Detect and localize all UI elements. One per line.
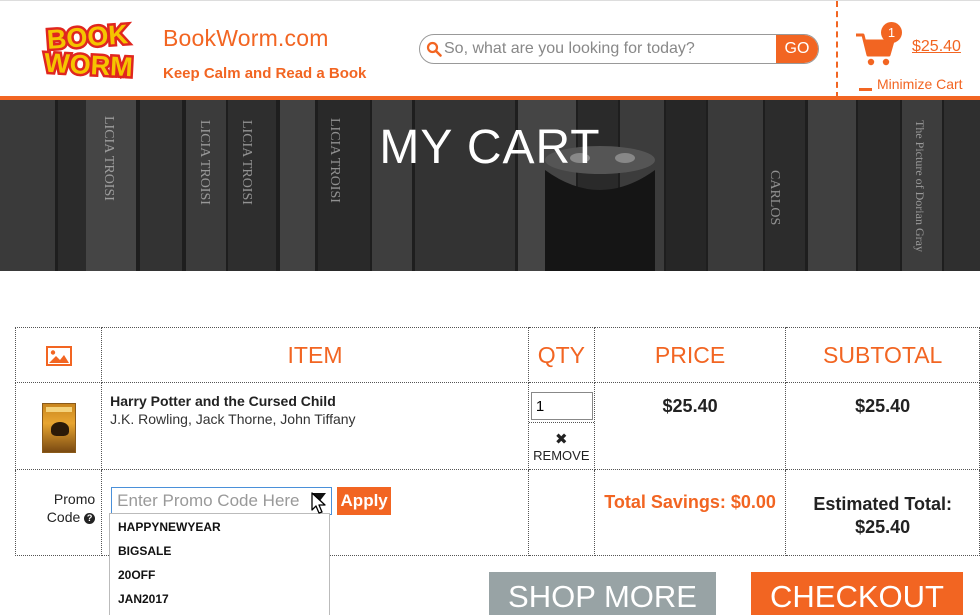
search-icon xyxy=(426,41,442,57)
qty-cell: ✖ REMOVE xyxy=(527,382,595,470)
checkout-button[interactable]: CHECKOUT xyxy=(751,572,963,615)
image-column-header xyxy=(14,327,103,383)
brand-tagline: Keep Calm and Read a Book xyxy=(163,65,367,82)
estimated-total-cell: Estimated Total: $25.40 xyxy=(785,469,980,556)
cart-divider xyxy=(836,1,838,98)
quantity-input[interactable] xyxy=(530,392,593,420)
estimated-total-value: $25.40 xyxy=(855,517,911,537)
search-bar: GO xyxy=(419,34,819,64)
promo-option[interactable]: BIGSALE xyxy=(110,539,329,563)
promo-label: Promo Code ? xyxy=(16,490,96,526)
promo-option[interactable]: HAPPYNEWYEAR xyxy=(110,515,329,539)
image-icon xyxy=(45,346,72,367)
svg-text:WORM: WORM xyxy=(44,48,134,79)
minus-icon xyxy=(859,87,872,91)
promo-label-cell: Promo Code ? xyxy=(14,469,103,556)
brand-name[interactable]: BookWorm.com xyxy=(163,25,329,52)
question-icon[interactable]: ? xyxy=(84,512,96,524)
book-cover-image[interactable] xyxy=(41,403,76,453)
bookworm-logo[interactable]: BOOK WORM xyxy=(22,19,154,79)
estimated-total: Estimated Total: $25.40 xyxy=(786,493,979,539)
site-header: BOOK WORM BookWorm.com Keep Calm and Rea… xyxy=(0,0,980,98)
search-input[interactable] xyxy=(444,35,774,63)
cart-total-link[interactable]: $25.40 xyxy=(912,38,961,56)
remove-button[interactable]: ✖ REMOVE xyxy=(529,430,594,463)
hero-banner: LICIA TROISI LICIA TROISI LICIA TROISI L… xyxy=(0,100,980,271)
estimated-total-label: Estimated Total: xyxy=(813,494,953,514)
promo-code-input[interactable] xyxy=(111,487,333,515)
minimize-cart-toggle[interactable]: Minimize Cart xyxy=(859,76,963,92)
spine-text: CARLOS xyxy=(767,170,782,226)
page-title: MY CART xyxy=(379,121,601,174)
price-column-header: PRICE xyxy=(593,327,787,383)
savings-cell: Total Savings: $0.00 xyxy=(593,469,787,556)
minimize-cart-label: Minimize Cart xyxy=(877,76,963,92)
promo-option[interactable]: JAN2017 xyxy=(110,587,329,611)
promo-label-line1: Promo xyxy=(53,491,96,507)
item-authors: J.K. Rowling, Jack Thorne, John Tiffany xyxy=(110,411,356,427)
item-column-header: ITEM xyxy=(101,327,529,383)
table-header-row: ITEM QTY PRICE SUBTOTAL xyxy=(14,327,980,383)
promo-label-line2: Code xyxy=(46,509,81,525)
price-cell: $25.40 xyxy=(593,382,787,470)
item-subtotal: $25.40 xyxy=(855,396,911,416)
promo-option[interactable]: 20OFF xyxy=(110,563,329,587)
cart-count-badge: 1 xyxy=(881,22,902,43)
item-price: $25.40 xyxy=(662,396,718,416)
qty-column-header: QTY xyxy=(527,327,595,383)
item-title[interactable]: Harry Potter and the Cursed Child xyxy=(110,393,528,409)
subtotal-column-header: SUBTOTAL xyxy=(785,327,980,383)
item-details-cell: Harry Potter and the Cursed Child J.K. R… xyxy=(101,382,529,470)
search-go-button[interactable]: GO xyxy=(776,35,818,63)
promo-code-dropdown: HAPPYNEWYEAR BIGSALE 20OFF JAN2017 xyxy=(109,513,330,615)
total-savings: Total Savings: $0.00 xyxy=(604,492,776,512)
remove-label: REMOVE xyxy=(533,448,590,463)
subtotal-cell: $25.40 xyxy=(785,382,980,470)
item-image-cell xyxy=(14,382,103,470)
promo-empty-cell xyxy=(527,469,595,556)
apply-promo-button[interactable]: Apply xyxy=(337,487,392,515)
table-row: Harry Potter and the Cursed Child J.K. R… xyxy=(14,382,980,470)
close-icon: ✖ xyxy=(555,431,568,448)
mouse-cursor-icon xyxy=(311,492,326,514)
shop-more-button[interactable]: SHOP MORE xyxy=(489,572,716,615)
